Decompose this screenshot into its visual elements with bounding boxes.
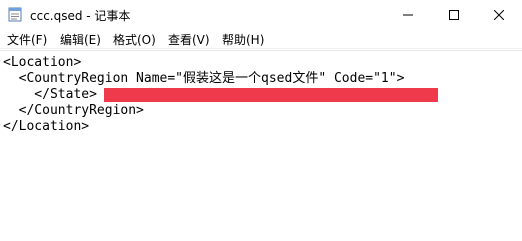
editor-line: </State>: [3, 87, 97, 102]
editor-line: <Location>: [3, 55, 82, 70]
minimize-button[interactable]: [385, 0, 431, 29]
editor-line: </Location>: [3, 119, 90, 134]
menu-bar: 文件(F) 编辑(E) 格式(O) 查看(V) 帮助(H): [0, 29, 522, 49]
minimize-icon: [403, 14, 413, 15]
redaction-bar: [104, 88, 438, 102]
title-bar[interactable]: ccc.qsed - 记事本: [0, 0, 522, 29]
menu-help[interactable]: 帮助(H): [222, 31, 264, 48]
notepad-window: ccc.qsed - 记事本 文件(F) 编辑(E) 格式(O) 查看(V) 帮…: [0, 0, 522, 241]
close-button[interactable]: [476, 0, 522, 29]
notepad-icon: [8, 7, 22, 22]
menu-format[interactable]: 格式(O): [113, 31, 156, 48]
window-title: ccc.qsed - 记事本: [30, 9, 131, 23]
menu-edit[interactable]: 编辑(E): [60, 31, 101, 48]
editor-line: <CountryRegion Name="假装这是一个qsed文件" Code=…: [3, 71, 405, 86]
maximize-button[interactable]: [431, 0, 477, 29]
menu-file[interactable]: 文件(F): [7, 31, 47, 48]
close-icon: [494, 9, 504, 20]
maximize-icon: [449, 9, 459, 20]
text-editor[interactable]: <Location> <CountryRegion Name="假装这是一个qs…: [0, 50, 522, 241]
menu-view[interactable]: 查看(V): [168, 31, 210, 48]
editor-line: </CountryRegion>: [3, 103, 144, 118]
